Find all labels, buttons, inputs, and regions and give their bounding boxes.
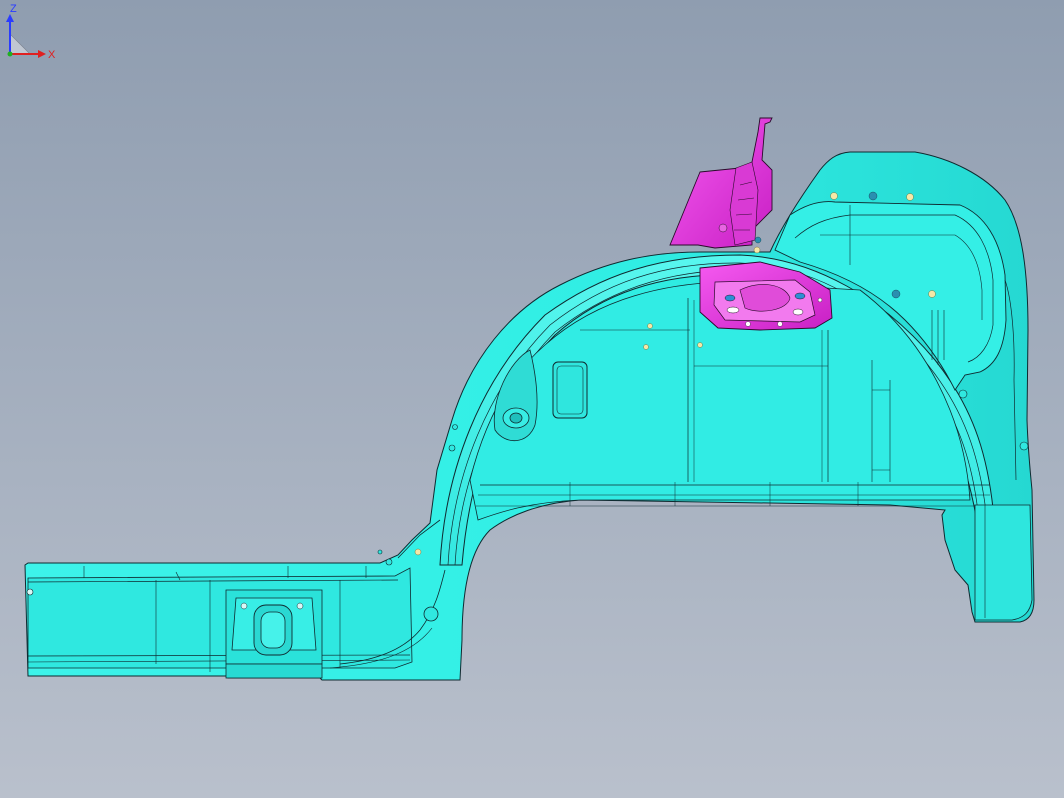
crossmember-pocket <box>225 589 323 679</box>
cad-3d-viewport[interactable]: Z X <box>0 0 1064 798</box>
x-axis-label: X <box>48 49 56 61</box>
z-axis-label: Z <box>10 3 17 15</box>
y-axis-point <box>7 51 13 57</box>
access-opening <box>552 361 588 419</box>
axis-triad: Z X <box>6 3 56 61</box>
wheelhouse-assembly-model[interactable] <box>0 0 1064 798</box>
rail-panel <box>27 567 413 669</box>
triad-plane-marker <box>9 33 31 55</box>
